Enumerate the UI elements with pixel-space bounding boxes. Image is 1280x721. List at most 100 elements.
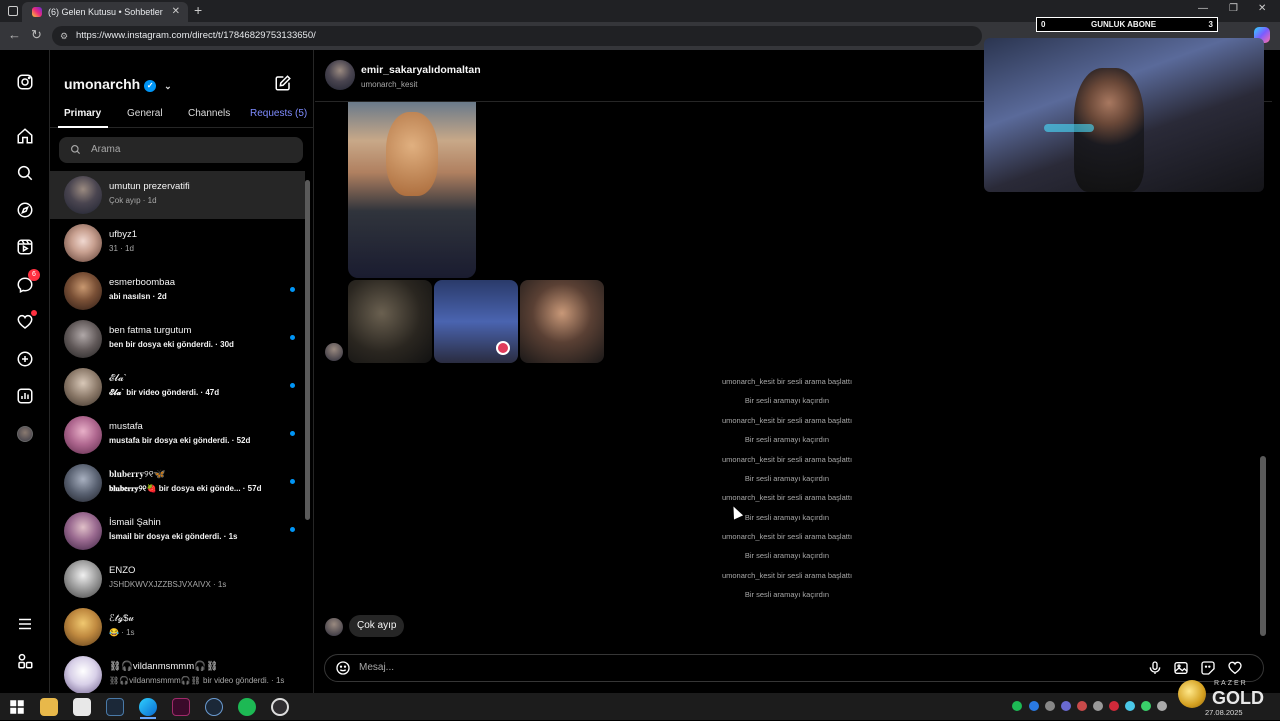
emoji-icon[interactable]: [335, 660, 351, 676]
tray-app-icon[interactable]: [1109, 701, 1119, 711]
system-message: Bir sesli aramayı kaçırdın: [744, 551, 830, 560]
razer-gold-logo: RAZER GOLD: [1176, 678, 1276, 718]
conversation-item[interactable]: ufbyz1 31 · 1d: [50, 219, 305, 267]
conversation-preview: 𝓔𝓵𝓪` bir video gönderdi. · 47d: [109, 388, 220, 397]
create-post-icon[interactable]: [14, 348, 36, 370]
shared-image-thumbnail[interactable]: [434, 280, 518, 363]
refresh-icon[interactable]: ↻: [31, 27, 42, 43]
also-from-meta-icon[interactable]: [14, 650, 36, 672]
chat-subtitle: umonarch_kesit: [361, 80, 418, 89]
system-message: umonarch_kesit bir sesli arama başlattı: [721, 416, 853, 425]
spotify-icon[interactable]: [238, 698, 256, 716]
tray-app-icon[interactable]: [1125, 701, 1135, 711]
avatar: [64, 464, 102, 502]
site-info-icon[interactable]: ⚙: [60, 26, 68, 46]
tray-app-icon[interactable]: [1061, 701, 1071, 711]
maximize-icon[interactable]: ❐: [1229, 3, 1238, 14]
conversation-item[interactable]: İsmail Şahin İsmail bir dosya eki gönder…: [50, 507, 305, 555]
avatar: [64, 656, 102, 694]
home-icon[interactable]: [14, 125, 36, 147]
conversation-list-scrollbar[interactable]: [305, 180, 310, 520]
windows-taskbar: 27.08.2025: [0, 693, 1280, 720]
like-heart-icon[interactable]: [1227, 660, 1243, 676]
url-field[interactable]: ⚙ https://www.instagram.com/direct/t/178…: [52, 26, 982, 46]
conversation-name: ℰ𝓉ℊ$𝓊: [109, 613, 134, 624]
conversation-preview: 31 · 1d: [109, 244, 134, 253]
store-icon[interactable]: [73, 698, 91, 716]
explore-icon[interactable]: [14, 199, 36, 221]
shared-image-thumbnail[interactable]: [348, 280, 432, 363]
new-message-icon[interactable]: [274, 74, 292, 92]
account-switcher[interactable]: umonarchh ✓ ⌄: [64, 76, 172, 92]
counter-right-value: 3: [1208, 20, 1213, 29]
unread-dot: [290, 527, 295, 532]
chat-avatar[interactable]: [325, 60, 355, 90]
tab-actions-icon[interactable]: [8, 6, 18, 16]
steam-icon[interactable]: [106, 698, 124, 716]
messages-icon[interactable]: 6: [14, 269, 40, 296]
conversation-item[interactable]: 𝓔𝓵𝓪` 𝓔𝓵𝓪` bir video gönderdi. · 47d: [50, 363, 305, 411]
steam-alt-icon[interactable]: [205, 698, 223, 716]
profile-avatar-icon[interactable]: [14, 423, 36, 445]
instagram-logo-icon[interactable]: [14, 71, 36, 93]
image-upload-icon[interactable]: [1173, 660, 1189, 676]
tab-primary[interactable]: Primary: [64, 108, 101, 119]
shared-image-thumbnail[interactable]: [520, 280, 604, 363]
system-message: Bir sesli aramayı kaçırdın: [744, 513, 830, 522]
conversation-item[interactable]: 𝐛𝐥𝐮𝐛𝐞𝐫𝐫𝐲୨୧🦋 𝐛𝐥𝐮𝐛𝐞𝐫𝐫𝐲୨୧🍓 bir dosya eki gö…: [50, 459, 305, 507]
conversation-name: esmerboombaa: [109, 277, 176, 288]
tab-channels[interactable]: Channels: [188, 108, 230, 119]
instagram-nav-rail: 6: [0, 50, 50, 693]
tray-app-icon[interactable]: [1077, 701, 1087, 711]
dashboard-icon[interactable]: [14, 385, 36, 407]
close-window-icon[interactable]: ✕: [1258, 3, 1266, 14]
microphone-icon[interactable]: [1147, 660, 1163, 676]
sticker-icon[interactable]: [1200, 660, 1216, 676]
obs-icon[interactable]: [271, 698, 289, 716]
messages-badge: 6: [28, 269, 40, 281]
conversation-name: ENZO: [109, 565, 136, 576]
counter-title: GUNLUK ABONE: [1091, 20, 1157, 29]
conversation-item[interactable]: mustafa mustafa bir dosya eki gönderdi. …: [50, 411, 305, 459]
search-input[interactable]: Arama: [59, 137, 303, 163]
tray-bluetooth-icon[interactable]: [1029, 701, 1039, 711]
system-message: umonarch_kesit bir sesli arama başlattı: [721, 493, 853, 502]
search-icon[interactable]: [14, 162, 36, 184]
browser-tab[interactable]: (6) Gelen Kutusu • Sohbetler ✕: [22, 2, 188, 22]
conversation-name: 𝓔𝓵𝓪`: [109, 373, 127, 384]
unread-dot: [290, 383, 295, 388]
conversation-preview: ⛓🎧vildanmsmmm🎧⛓ bir video gönderdi. · 1s: [109, 676, 285, 685]
shared-video-thumbnail[interactable]: [348, 102, 476, 278]
tray-app-icon[interactable]: [1157, 701, 1167, 711]
conversation-item[interactable]: ben fatma turgutum ben bir dosya eki gön…: [50, 315, 305, 363]
notifications-heart-icon[interactable]: [14, 310, 37, 333]
conversation-item[interactable]: esmerboombaa abi nasılsn · 2d: [50, 267, 305, 315]
tab-requests[interactable]: Requests (5): [250, 108, 307, 119]
reels-icon[interactable]: [14, 236, 36, 258]
tray-spotify-icon[interactable]: [1012, 701, 1022, 711]
conversation-item[interactable]: ⛓🎧vildanmsmmm🎧⛓ ⛓🎧vildanmsmmm🎧⛓ bir vide…: [50, 651, 305, 699]
tray-app-icon[interactable]: [1141, 701, 1151, 711]
message-input[interactable]: Mesaj...: [324, 654, 1264, 682]
conversation-item[interactable]: umutun prezervatifi Çok ayıp · 1d: [50, 171, 305, 219]
conversation-item[interactable]: ENZO JSHDKWVXJZZBSJVXAIVX · 1s: [50, 555, 305, 603]
chat-title[interactable]: emir_sakaryalıdomaltan: [361, 64, 481, 76]
minimize-icon[interactable]: —: [1198, 3, 1208, 14]
avatar: [64, 224, 102, 262]
counter-left-value: 0: [1041, 20, 1046, 29]
message-bubble[interactable]: Çok ayıp: [349, 615, 405, 637]
tray-app-icon[interactable]: [1093, 701, 1103, 711]
windows-start-icon[interactable]: [8, 698, 26, 716]
instagram-favicon-icon: [32, 7, 42, 17]
close-tab-icon[interactable]: ✕: [172, 6, 180, 17]
back-icon[interactable]: ←: [8, 27, 21, 42]
edge-browser-icon[interactable]: [139, 698, 157, 716]
chat-scrollbar[interactable]: [1260, 456, 1266, 636]
conversation-item[interactable]: ℰ𝓉ℊ$𝓊 😂 · 1s: [50, 603, 305, 651]
tray-app-icon[interactable]: [1045, 701, 1055, 711]
file-explorer-icon[interactable]: [40, 698, 58, 716]
app-icon[interactable]: [172, 698, 190, 716]
tab-general[interactable]: General: [127, 108, 163, 119]
new-tab-icon[interactable]: +: [194, 2, 202, 18]
menu-icon[interactable]: [14, 613, 36, 635]
